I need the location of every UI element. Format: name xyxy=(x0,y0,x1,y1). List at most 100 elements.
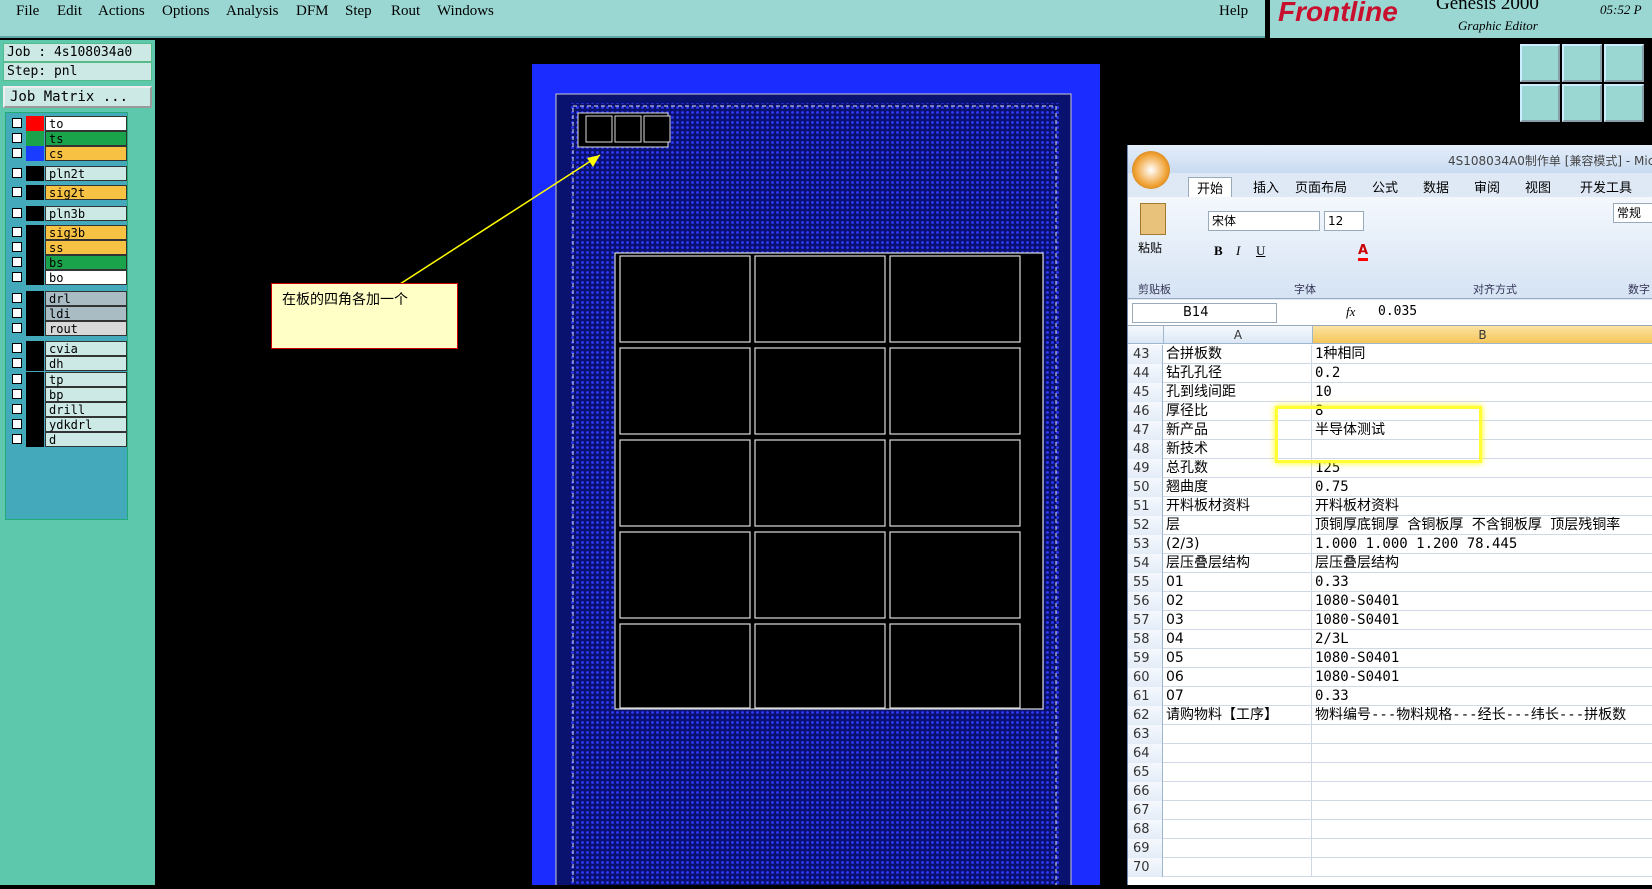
tab-review[interactable]: 审阅 xyxy=(1474,177,1500,196)
cell-a[interactable]: 05 xyxy=(1164,649,1312,668)
cell-b[interactable] xyxy=(1313,763,1652,782)
cell-b[interactable]: 1种相同 xyxy=(1313,345,1652,364)
cell-b[interactable]: 层压叠层结构 xyxy=(1313,554,1652,573)
cell-b[interactable] xyxy=(1313,820,1652,839)
layer-row[interactable]: rout xyxy=(8,321,127,336)
row-header[interactable]: 48 xyxy=(1128,440,1163,459)
row-header[interactable]: 55 xyxy=(1128,573,1163,592)
cell-b[interactable]: 顶铜厚底铜厚 含铜板厚 不含铜板厚 顶层残铜率 xyxy=(1313,516,1652,535)
layer-checkbox[interactable] xyxy=(12,308,22,318)
layer-row[interactable]: pln3b xyxy=(8,206,127,221)
tool-button-5[interactable] xyxy=(1562,84,1602,122)
layer-row[interactable]: bs xyxy=(8,255,127,270)
row-header[interactable]: 65 xyxy=(1128,763,1163,782)
layer-row[interactable]: cs xyxy=(8,146,127,161)
row-header[interactable]: 45 xyxy=(1128,383,1163,402)
layer-row[interactable]: drill xyxy=(8,402,127,417)
cell-a[interactable] xyxy=(1164,801,1312,820)
font-size-box[interactable]: 12 xyxy=(1324,211,1364,231)
row-header[interactable]: 61 xyxy=(1128,687,1163,706)
cell-a[interactable]: 06 xyxy=(1164,668,1312,687)
layer-row[interactable]: d xyxy=(8,432,127,447)
cell-a[interactable]: 合拼板数 xyxy=(1164,345,1312,364)
cell-b[interactable]: 1080-S0401 xyxy=(1313,668,1652,687)
row-header[interactable]: 43 xyxy=(1128,345,1163,364)
job-matrix-button[interactable]: Job Matrix ... xyxy=(3,86,152,108)
column-header-b[interactable]: B xyxy=(1313,326,1652,344)
layer-row[interactable]: sig2t xyxy=(8,185,127,200)
cell-b[interactable]: 物料编号---物料规格---经长---纬长---拼板数 xyxy=(1313,706,1652,725)
layer-row[interactable]: drl xyxy=(8,291,127,306)
layer-checkbox[interactable] xyxy=(12,343,22,353)
layer-row[interactable]: bp xyxy=(8,387,127,402)
cell-b[interactable]: 1.000 1.000 1.200 78.445 xyxy=(1313,535,1652,554)
layer-row[interactable]: bo xyxy=(8,270,127,285)
menu-rout[interactable]: Rout xyxy=(391,3,420,20)
cell-a[interactable]: 01 xyxy=(1164,573,1312,592)
cell-b[interactable] xyxy=(1313,725,1652,744)
cell-a[interactable] xyxy=(1164,725,1312,744)
cell-b[interactable]: 0.75 xyxy=(1313,478,1652,497)
tab-developer[interactable]: 开发工具 xyxy=(1580,177,1632,196)
tab-home[interactable]: 开始 xyxy=(1188,177,1233,197)
row-header[interactable]: 69 xyxy=(1128,839,1163,858)
cell-b[interactable]: 1080-S0401 xyxy=(1313,649,1652,668)
cell-b[interactable]: 0.2 xyxy=(1313,364,1652,383)
row-header[interactable]: 56 xyxy=(1128,592,1163,611)
layer-checkbox[interactable] xyxy=(12,374,22,384)
row-header[interactable]: 63 xyxy=(1128,725,1163,744)
layer-checkbox[interactable] xyxy=(12,404,22,414)
row-header[interactable]: 44 xyxy=(1128,364,1163,383)
cell-a[interactable] xyxy=(1164,820,1312,839)
layer-checkbox[interactable] xyxy=(12,257,22,267)
row-header[interactable]: 59 xyxy=(1128,649,1163,668)
paste-icon[interactable] xyxy=(1140,203,1166,235)
layer-row[interactable]: to xyxy=(8,116,127,131)
layer-row[interactable]: ss xyxy=(8,240,127,255)
bold-button[interactable]: B xyxy=(1214,243,1223,259)
row-header[interactable]: 52 xyxy=(1128,516,1163,535)
cell-a[interactable]: 开料板材资料 xyxy=(1164,497,1312,516)
row-header[interactable]: 64 xyxy=(1128,744,1163,763)
layer-checkbox[interactable] xyxy=(12,434,22,444)
menu-edit[interactable]: Edit xyxy=(57,3,82,20)
cell-b[interactable] xyxy=(1313,839,1652,858)
row-header[interactable]: 50 xyxy=(1128,478,1163,497)
row-header[interactable]: 46 xyxy=(1128,402,1163,421)
layer-row[interactable]: cvia xyxy=(8,341,127,356)
row-header[interactable]: 60 xyxy=(1128,668,1163,687)
cell-b[interactable]: 1080-S0401 xyxy=(1313,592,1652,611)
row-header[interactable]: 51 xyxy=(1128,497,1163,516)
tab-page-layout[interactable]: 页面布局 xyxy=(1295,177,1347,196)
layer-checkbox[interactable] xyxy=(12,118,22,128)
cell-b[interactable] xyxy=(1313,801,1652,820)
cell-b[interactable]: 2/3L xyxy=(1313,630,1652,649)
menu-file[interactable]: File xyxy=(16,3,39,20)
cell-a[interactable]: 03 xyxy=(1164,611,1312,630)
cell-a[interactable] xyxy=(1164,763,1312,782)
layer-checkbox[interactable] xyxy=(12,148,22,158)
formula-input[interactable]: 0.035 xyxy=(1378,304,1417,319)
layer-row[interactable]: ldi xyxy=(8,306,127,321)
cell-b[interactable]: 0.33 xyxy=(1313,573,1652,592)
tab-data[interactable]: 数据 xyxy=(1423,177,1449,196)
cell-a[interactable] xyxy=(1164,744,1312,763)
fx-icon[interactable]: fx xyxy=(1346,304,1355,320)
tool-button-6[interactable] xyxy=(1604,84,1644,122)
layer-checkbox[interactable] xyxy=(12,168,22,178)
cell-b[interactable] xyxy=(1313,782,1652,801)
cell-a[interactable] xyxy=(1164,858,1312,877)
name-box[interactable]: B14 xyxy=(1132,303,1277,323)
row-header[interactable]: 58 xyxy=(1128,630,1163,649)
tab-insert[interactable]: 插入 xyxy=(1253,177,1279,196)
cell-a[interactable]: 层压叠层结构 xyxy=(1164,554,1312,573)
cell-b[interactable]: 0.33 xyxy=(1313,687,1652,706)
row-header[interactable]: 49 xyxy=(1128,459,1163,478)
layer-row[interactable]: pln2t xyxy=(8,166,127,181)
menu-options[interactable]: Options xyxy=(162,3,210,20)
layer-row[interactable]: tp xyxy=(8,372,127,387)
italic-button[interactable]: I xyxy=(1236,243,1240,259)
tool-button-4[interactable] xyxy=(1520,84,1560,122)
cell-a[interactable] xyxy=(1164,839,1312,858)
tab-view[interactable]: 视图 xyxy=(1525,177,1551,196)
